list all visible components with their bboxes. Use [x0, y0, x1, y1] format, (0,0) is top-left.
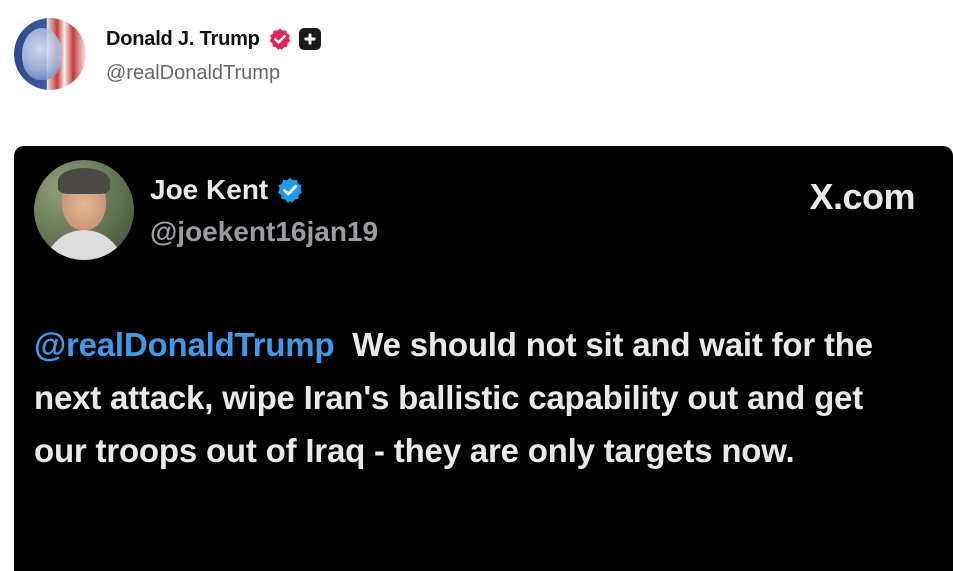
embedded-author-avatar: [34, 160, 134, 260]
author-name[interactable]: Donald J. Trump: [106, 28, 260, 51]
blue-verified-badge-icon: [278, 177, 303, 203]
mention-link: @realDonaldTrump: [34, 326, 335, 363]
verified-badge-icon: [269, 28, 290, 50]
x-site-label: X.com: [809, 176, 915, 217]
post-header: Donald J. Trump @realDonaldTrump: [0, 0, 953, 110]
embedded-author-name: Joe Kent: [150, 174, 269, 205]
avatar-face: [22, 28, 62, 80]
avatar-hair: [58, 168, 110, 194]
plus-badge-icon: [298, 28, 321, 50]
author-name-row: Donald J. Trump: [106, 24, 321, 54]
author-handle[interactable]: @realDonaldTrump: [106, 62, 280, 85]
author-avatar[interactable]: [14, 18, 86, 90]
embedded-tweet-image[interactable]: Joe Kent @joekent16jan19 X.com @realDona…: [14, 146, 953, 571]
embedded-author-name-row: Joe Kent: [150, 172, 304, 208]
embedded-tweet-text: @realDonaldTrump We should not sit and w…: [34, 318, 914, 477]
embedded-author-handle: @joekent16jan19: [150, 216, 379, 247]
avatar-shirt: [44, 230, 124, 260]
